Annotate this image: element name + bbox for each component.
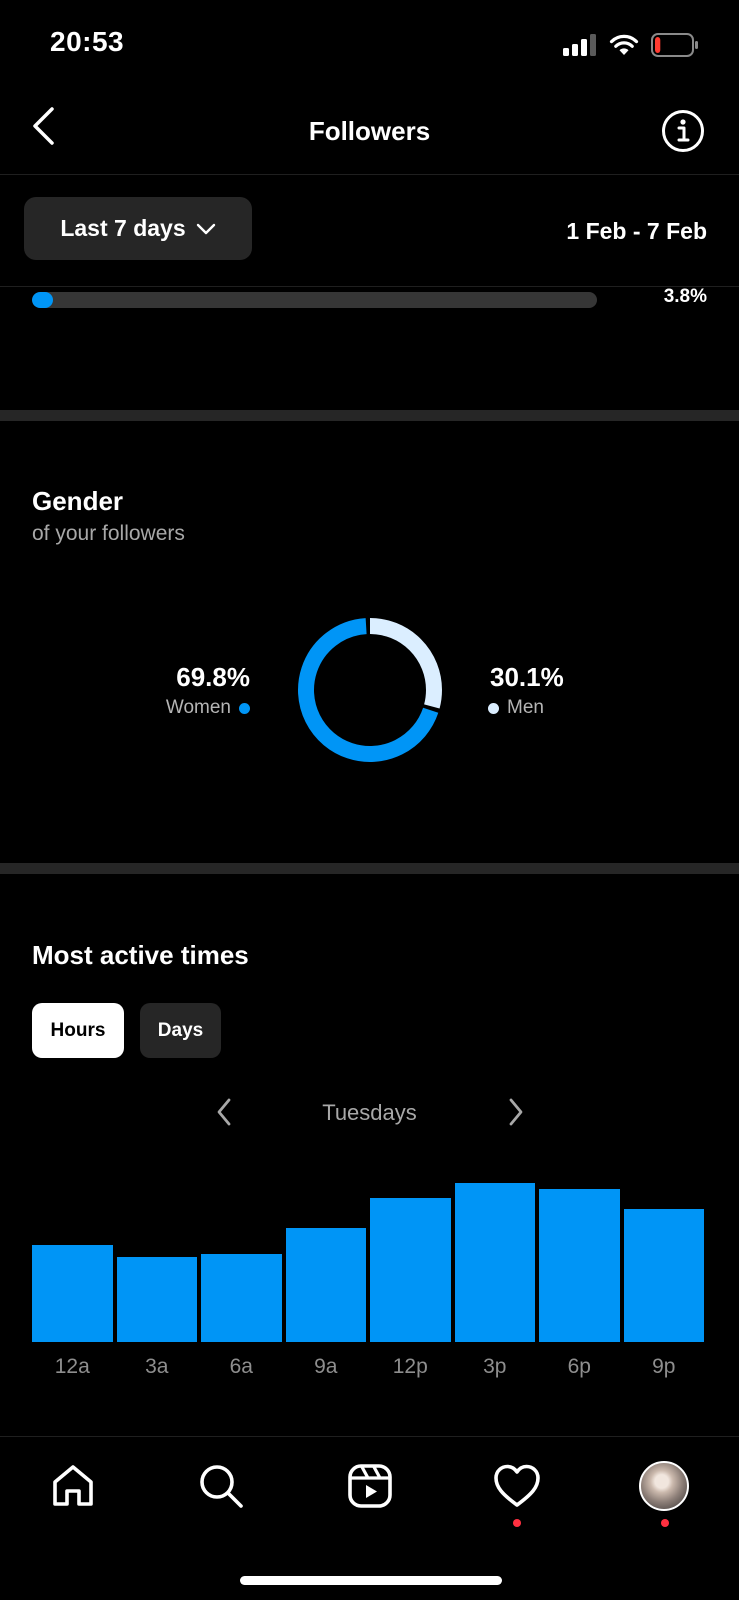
x-tick-label: 6p: [567, 1355, 591, 1378]
tab-reels[interactable]: [342, 1458, 398, 1514]
men-percentage: 30.1%: [490, 662, 564, 692]
chevron-down-icon: [196, 223, 215, 234]
active-times-x-axis: 12a 3a 6a 9a 12p 3p 6p 9p: [32, 1355, 708, 1385]
date-range-dropdown[interactable]: Last 7 days: [24, 197, 252, 260]
day-label: Tuesdays: [322, 1100, 417, 1125]
profile-badge-dot: [661, 1519, 669, 1527]
x-tick-label: 3a: [145, 1355, 169, 1378]
search-icon: [200, 1465, 243, 1508]
women-legend-dot: [239, 702, 250, 714]
x-tick-label: 6a: [229, 1355, 253, 1378]
avatar: [639, 1461, 689, 1511]
women-legend-label: Women: [165, 697, 231, 718]
home-indicator: [240, 1576, 502, 1585]
activity-badge-dot: [513, 1519, 521, 1527]
tab-activity[interactable]: [489, 1458, 545, 1514]
info-button[interactable]: [660, 108, 706, 154]
chevron-right-icon: [509, 1098, 523, 1126]
bar-9p[interactable]: [623, 1208, 704, 1342]
bar-9a[interactable]: [285, 1228, 366, 1342]
progress-bar: [32, 292, 597, 308]
gender-title: Gender: [32, 486, 124, 516]
heart-icon: [494, 1464, 540, 1507]
most-active-title: Most active times: [32, 940, 249, 970]
next-day-button[interactable]: [498, 1094, 534, 1130]
tab-bar-divider: [0, 1436, 739, 1437]
gender-subtitle: of your followers: [32, 522, 185, 545]
women-legend: Women: [110, 697, 250, 719]
date-range-dropdown-label: Last 7 days: [60, 215, 186, 241]
x-tick-label: 9p: [652, 1355, 676, 1378]
info-icon: [662, 110, 704, 152]
women-percentage: 69.8%: [176, 662, 250, 692]
progress-value: 3.8%: [663, 286, 707, 307]
men-legend: Men: [488, 697, 544, 719]
status-time: 20:53: [50, 26, 125, 57]
progress-bar-fill: [32, 292, 54, 308]
tab-search[interactable]: [193, 1458, 249, 1514]
signal-icon: [563, 34, 596, 56]
bar-6a[interactable]: [201, 1254, 282, 1342]
wifi-icon: [609, 34, 639, 55]
battery-icon: [651, 33, 698, 57]
bar-12a[interactable]: [32, 1244, 113, 1342]
bar-12p[interactable]: [370, 1197, 451, 1342]
tab-days[interactable]: Days: [140, 1003, 221, 1058]
active-times-bar-chart: [32, 1170, 708, 1342]
reels-icon: [348, 1464, 392, 1508]
tab-profile[interactable]: [636, 1458, 692, 1514]
status-icons: [563, 32, 699, 58]
gender-donut-chart: [298, 618, 442, 762]
men-legend-label: Men: [507, 697, 544, 718]
section-separator: [0, 863, 739, 874]
date-range-text: 1 Feb - 7 Feb: [566, 218, 707, 244]
donut-segment-women: [298, 618, 442, 762]
section-separator: [0, 410, 739, 421]
x-tick-label: 9a: [314, 1355, 338, 1378]
bar-6p[interactable]: [539, 1188, 620, 1342]
bar-3p[interactable]: [454, 1182, 535, 1342]
page-title: Followers: [308, 116, 431, 146]
men-legend-dot: [488, 702, 499, 714]
filter-divider: [0, 286, 739, 287]
home-icon: [53, 1465, 93, 1506]
tab-home[interactable]: [45, 1458, 101, 1514]
bar-3a[interactable]: [116, 1257, 197, 1342]
header-divider: [0, 174, 739, 175]
x-tick-label: 12a: [54, 1355, 90, 1378]
tab-hours[interactable]: Hours: [32, 1003, 124, 1058]
x-tick-label: 3p: [483, 1355, 507, 1378]
x-tick-label: 12p: [392, 1355, 428, 1378]
